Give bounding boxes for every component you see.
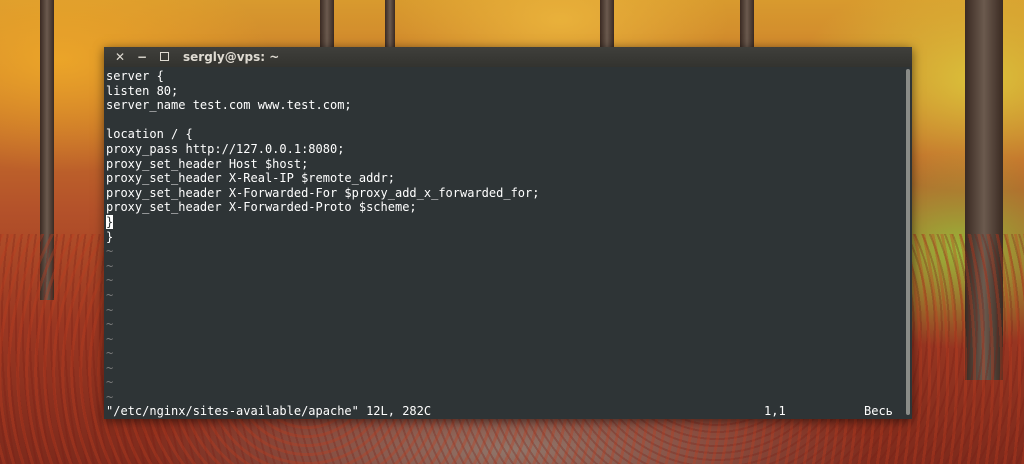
code-line: location / {: [106, 127, 193, 142]
editor-buffer[interactable]: server {listen 80; server_name test.com w…: [106, 69, 539, 405]
scrollbar-thumb[interactable]: [906, 69, 910, 415]
wallpaper-tree: [740, 0, 754, 50]
code-line: proxy_set_header X-Real-IP $remote_addr;: [106, 171, 395, 186]
text-cursor: }: [106, 214, 114, 229]
empty-line-marker: ~: [106, 360, 114, 375]
code-line: listen 80;: [106, 83, 179, 98]
code-line: proxy_pass http://127.0.0.1:8080;: [106, 141, 345, 156]
wallpaper-tree: [965, 0, 1003, 380]
wallpaper-tree: [600, 0, 614, 50]
scrollbar[interactable]: [904, 67, 912, 419]
terminal-body[interactable]: server {listen 80; server_name test.com w…: [104, 67, 904, 419]
code-line: proxy_set_header Host $host;: [106, 156, 309, 171]
empty-line-marker: ~: [106, 258, 114, 273]
empty-line-marker: ~: [106, 317, 114, 332]
code-line: proxy_set_header X-Forwarded-For $proxy_…: [106, 185, 540, 200]
empty-line-marker: ~: [106, 390, 114, 405]
wallpaper-tree: [40, 0, 54, 300]
status-file-info: "/etc/nginx/sites-available/apache" 12L,…: [106, 404, 432, 418]
maximize-icon[interactable]: [156, 49, 172, 65]
title-bar[interactable]: ✕ − sergly@vps: ~: [104, 47, 912, 67]
code-line: }: [106, 229, 114, 244]
code-line: server_name test.com www.test.com;: [106, 98, 352, 113]
code-line: server {: [106, 69, 164, 83]
code-line: proxy_set_header X-Forwarded-Proto $sche…: [106, 200, 417, 215]
cursor-position: 1,1: [764, 404, 786, 418]
empty-line-marker: ~: [106, 302, 114, 317]
wallpaper-tree: [320, 0, 334, 50]
empty-line-marker: ~: [106, 244, 114, 259]
empty-line-marker: ~: [106, 273, 114, 288]
empty-line-marker: ~: [106, 375, 114, 390]
code-line: }: [106, 214, 539, 230]
terminal-window[interactable]: ✕ − sergly@vps: ~ server {listen 80; serv…: [104, 47, 912, 419]
window-title: sergly@vps: ~: [183, 50, 280, 64]
close-icon[interactable]: ✕: [112, 49, 128, 65]
minimize-icon[interactable]: −: [134, 49, 150, 65]
empty-line-marker: ~: [106, 346, 114, 361]
status-line: "/etc/nginx/sites-available/apache" 12L,…: [106, 404, 896, 419]
empty-line-marker: ~: [106, 331, 114, 346]
scroll-position: Весь: [864, 404, 893, 418]
empty-line-marker: ~: [106, 287, 114, 302]
wallpaper-tree: [385, 0, 395, 50]
